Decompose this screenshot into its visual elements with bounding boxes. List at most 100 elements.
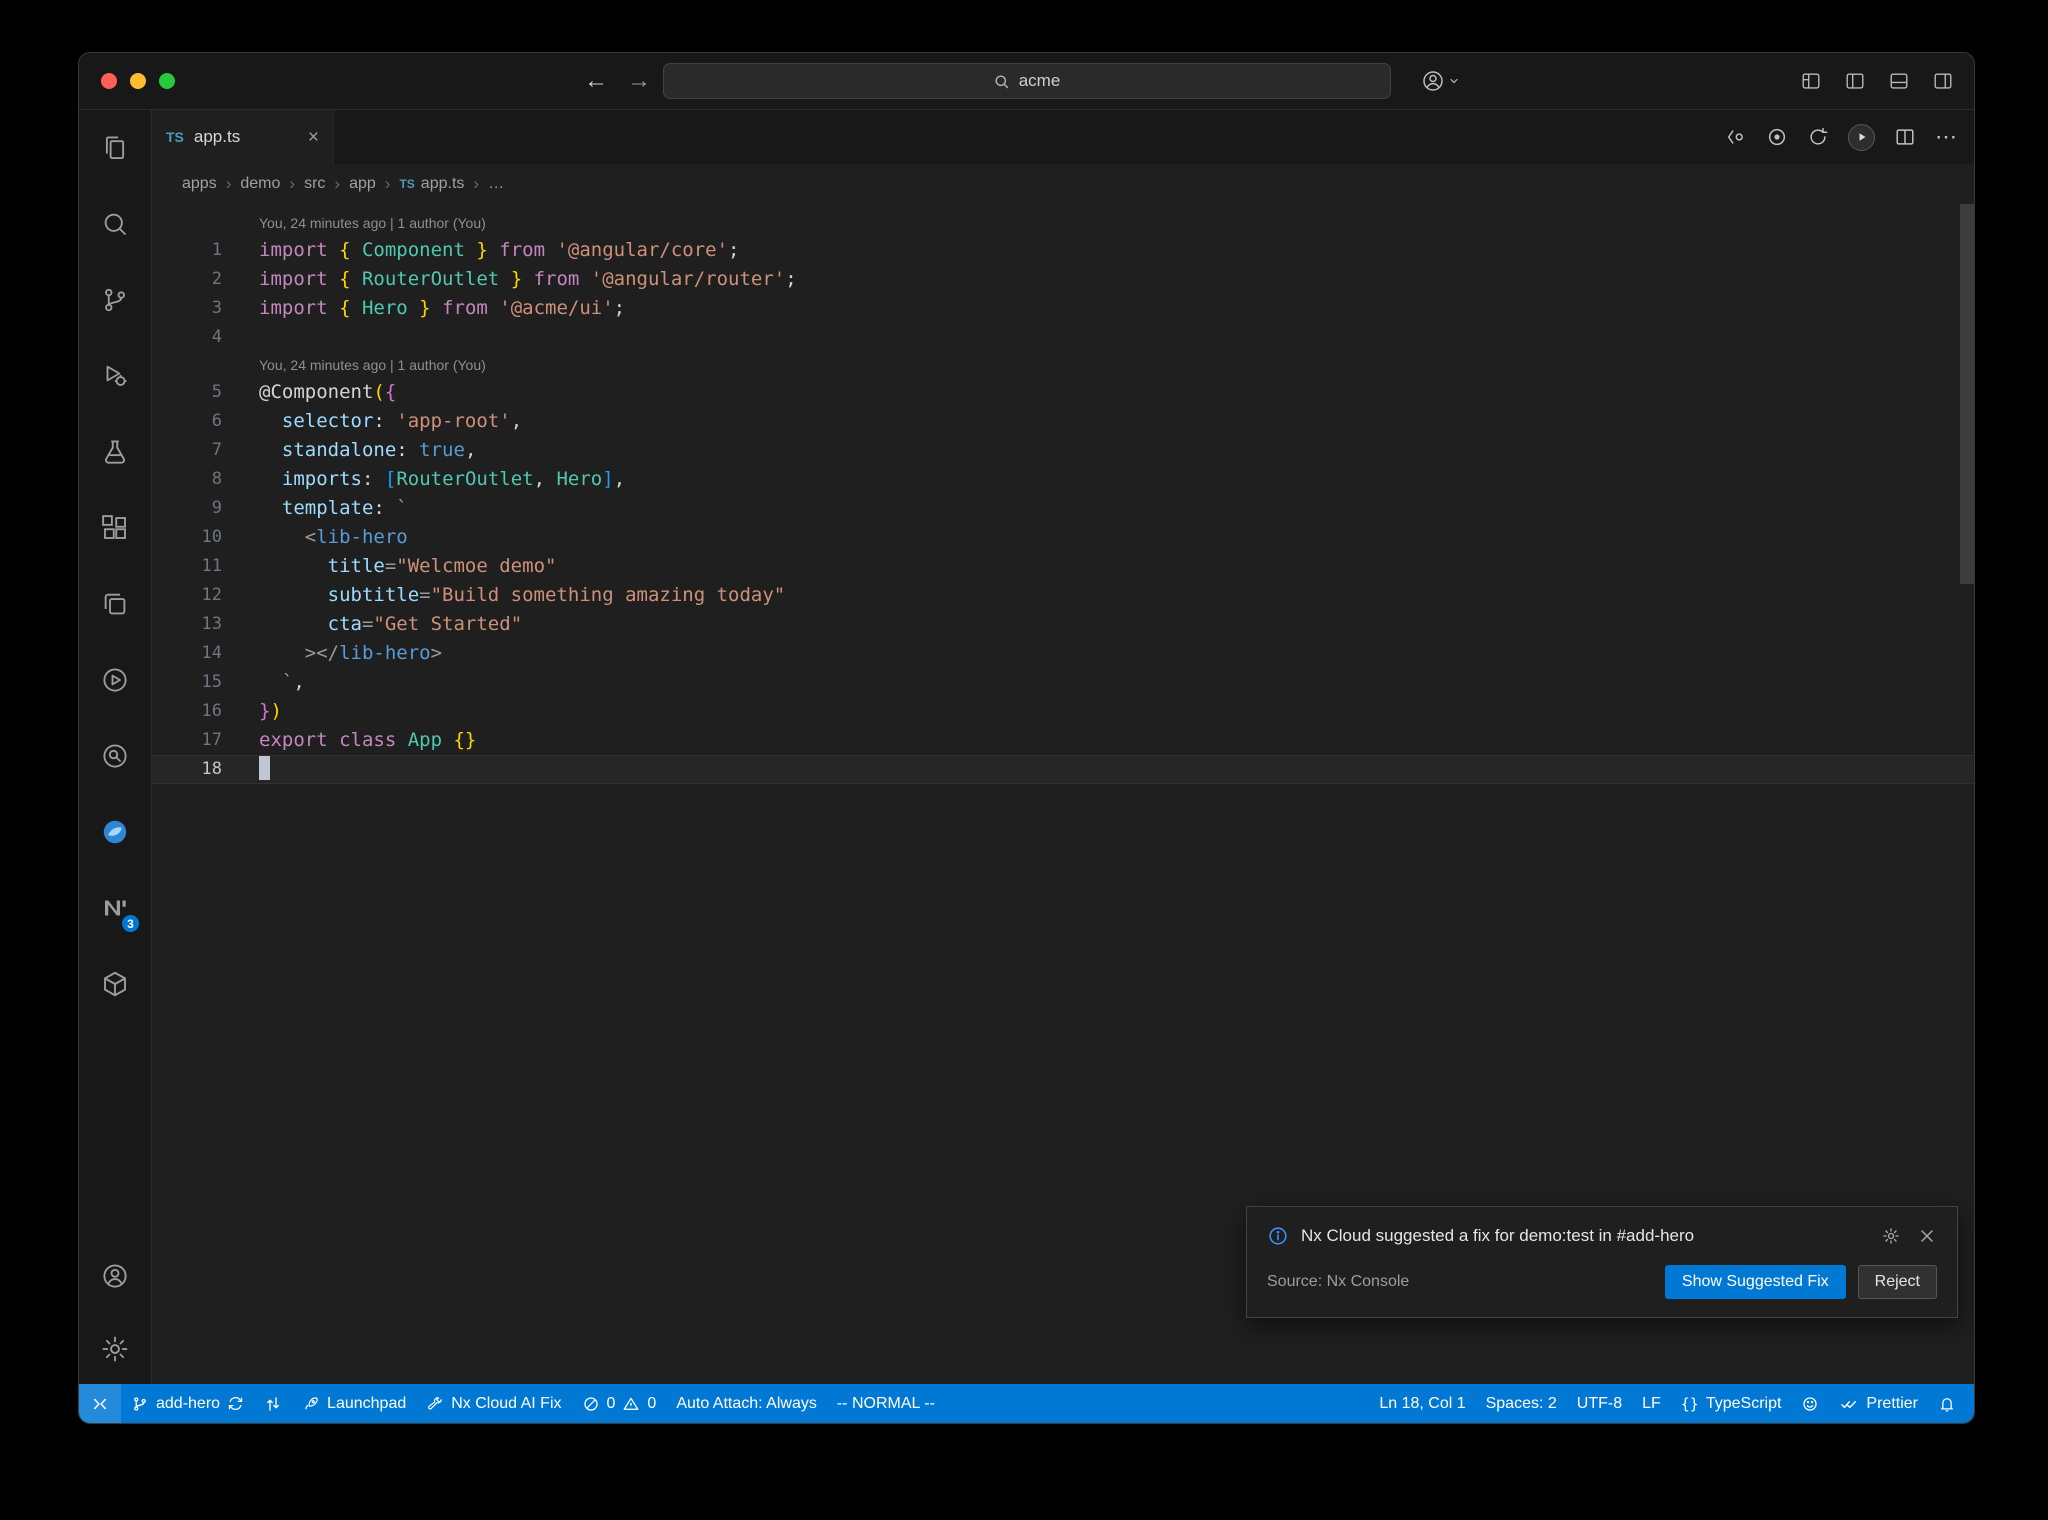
indentation-status[interactable]: Spaces: 2 — [1476, 1384, 1567, 1423]
breadcrumb-item-symbol[interactable]: … — [488, 175, 504, 193]
feedback-status[interactable] — [1791, 1384, 1829, 1423]
sidebar-item-nx-console[interactable]: 3 — [79, 870, 151, 946]
code-line[interactable]: 1 import { Component } from '@angular/cor… — [152, 236, 1974, 265]
nx-cloud-ai-fix-status[interactable]: Nx Cloud AI Fix — [416, 1384, 571, 1423]
customize-layout-icon[interactable] — [1800, 70, 1822, 92]
editor-area: You, 24 minutes ago | 1 author (You) 1 imp… — [152, 204, 1974, 1384]
accounts-menu-button[interactable] — [1421, 53, 1460, 109]
launchpad-status[interactable]: Launchpad — [292, 1384, 416, 1423]
sidebar-item-explorer[interactable] — [79, 110, 151, 186]
code-line[interactable]: 4 — [152, 323, 1974, 352]
code-line[interactable]: 12 subtitle="Build something amazing tod… — [152, 581, 1974, 610]
tab-app-ts[interactable]: TS app.ts × — [152, 110, 334, 164]
back-arrow-icon: ← — [584, 67, 608, 94]
git-branch-status[interactable]: add-hero — [121, 1384, 254, 1423]
code-line[interactable]: 17 export class App {} — [152, 726, 1974, 755]
close-icon[interactable] — [1917, 1226, 1937, 1246]
code-line[interactable]: 7 standalone: true, — [152, 436, 1974, 465]
auto-attach-status[interactable]: Auto Attach: Always — [666, 1384, 827, 1423]
run-file-button[interactable] — [1848, 123, 1875, 151]
code-line[interactable]: 2 import { RouterOutlet } from '@angular/… — [152, 265, 1974, 294]
code-line[interactable]: 6 selector: 'app-root', — [152, 407, 1974, 436]
code-line[interactable]: 18 — [152, 755, 1974, 784]
sidebar-item-cloud-extension[interactable] — [79, 794, 151, 870]
line-number: 7 — [211, 440, 222, 460]
code-line[interactable]: 14 ></lib-hero> — [152, 639, 1974, 668]
target-icon[interactable] — [1766, 126, 1788, 148]
open-changes-icon[interactable] — [1725, 126, 1747, 148]
minimize-window-button[interactable] — [130, 73, 146, 89]
command-center-search[interactable]: acme — [662, 63, 1391, 99]
code-line[interactable]: 11 title="Welcmoe demo" — [152, 552, 1974, 581]
code-text: selector: 'app-root', — [281, 410, 523, 432]
settings-button[interactable] — [79, 1314, 151, 1384]
close-tab-icon[interactable]: × — [308, 128, 319, 147]
error-count: 0 — [606, 1394, 616, 1412]
vim-mode-status[interactable]: -- NORMAL -- — [827, 1384, 945, 1423]
code-line[interactable]: 13 cta="Get Started" — [152, 610, 1974, 639]
line-number: 11 — [201, 556, 222, 576]
problems-status[interactable]: 0 0 — [572, 1384, 667, 1423]
code-text: `, — [281, 671, 305, 693]
breadcrumb-item[interactable]: apps — [182, 175, 217, 193]
toggle-primary-sidebar-icon[interactable] — [1844, 70, 1866, 92]
notification-settings-gear-icon[interactable] — [1881, 1226, 1901, 1246]
code-text: imports: [RouterOutlet, Hero], — [281, 468, 626, 490]
formatter-status[interactable]: Prettier — [1829, 1384, 1928, 1423]
code-line[interactable]: 16}) — [152, 697, 1974, 726]
accounts-button[interactable] — [79, 1238, 151, 1314]
language-mode-status[interactable]: {} TypeScript — [1671, 1384, 1792, 1423]
eol-status[interactable]: LF — [1632, 1384, 1671, 1423]
breadcrumb-label: app.ts — [420, 175, 465, 192]
split-editor-icon[interactable] — [1894, 126, 1916, 148]
sidebar-item-preview[interactable] — [79, 566, 151, 642]
breadcrumb-item[interactable]: demo — [240, 175, 280, 193]
sidebar-item-run-debug[interactable] — [79, 338, 151, 414]
encoding-status[interactable]: UTF-8 — [1567, 1384, 1632, 1423]
code-line[interactable]: 5 @Component({ — [152, 378, 1974, 407]
tab-label: app.ts — [193, 127, 241, 146]
code-line[interactable]: 15 `, — [152, 668, 1974, 697]
codelens-row[interactable]: You, 24 minutes ago | 1 author (You) — [152, 210, 1974, 236]
toggle-panel-icon[interactable] — [1888, 70, 1910, 92]
search-value: acme — [1018, 71, 1061, 90]
navigate-back-button[interactable]: ← — [584, 53, 608, 109]
remote-indicator[interactable] — [79, 1384, 121, 1423]
line-number — [152, 210, 259, 236]
scrollbar-thumb[interactable] — [1960, 204, 1974, 584]
errors-icon — [583, 1396, 598, 1411]
nx-badge: 3 — [120, 913, 141, 934]
code-line[interactable]: 8 imports: [RouterOutlet, Hero], — [152, 465, 1974, 494]
sidebar-item-testing[interactable] — [79, 414, 151, 490]
sidebar-item-search[interactable] — [79, 186, 151, 262]
navigate-forward-button[interactable]: → — [627, 53, 651, 109]
more-actions-icon[interactable]: ⋯ — [1935, 124, 1958, 150]
code-line[interactable]: 3 import { Hero } from '@acme/ui'; — [152, 294, 1974, 323]
cursor-position-status[interactable]: Ln 18, Col 1 — [1369, 1384, 1475, 1423]
sidebar-item-code-inspect[interactable] — [79, 718, 151, 794]
toggle-secondary-sidebar-icon[interactable] — [1932, 70, 1954, 92]
breadcrumb-item[interactable]: src — [304, 175, 325, 193]
sidebar-item-containers[interactable] — [79, 946, 151, 1022]
maximize-window-button[interactable] — [159, 73, 175, 89]
forward-arrow-icon: → — [627, 67, 651, 94]
close-window-button[interactable] — [101, 73, 117, 89]
sidebar-item-source-control[interactable] — [79, 262, 151, 338]
cursor-position-label: Ln 18, Col 1 — [1379, 1394, 1466, 1412]
codelens-row[interactable]: You, 24 minutes ago | 1 author (You) — [152, 352, 1974, 378]
notifications-status[interactable] — [1928, 1384, 1966, 1423]
sidebar-item-run-tasks[interactable] — [79, 642, 151, 718]
code-line[interactable]: 9 template: ` — [152, 494, 1974, 523]
sync-changes-status[interactable] — [254, 1384, 292, 1423]
breadcrumb-item[interactable]: app — [349, 175, 376, 193]
reject-button[interactable]: Reject — [1857, 1265, 1937, 1299]
sidebar-item-extensions[interactable] — [79, 490, 151, 566]
line-number: 9 — [211, 498, 222, 518]
code-line[interactable]: 10 <lib-hero — [152, 523, 1974, 552]
rerun-icon[interactable] — [1807, 126, 1829, 148]
show-suggested-fix-button[interactable]: Show Suggested Fix — [1664, 1265, 1846, 1299]
breadcrumb-item-file[interactable]: TS app.ts — [399, 175, 464, 193]
text-cursor — [259, 755, 270, 780]
code-text: ></lib-hero> — [304, 642, 443, 664]
sync-icon — [228, 1397, 243, 1410]
